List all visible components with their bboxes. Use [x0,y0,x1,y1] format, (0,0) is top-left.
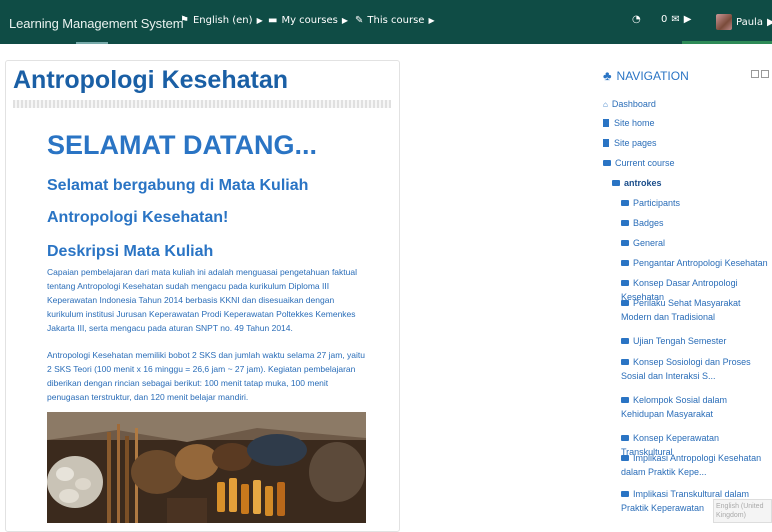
user-name: Paula [736,16,763,28]
language-menu[interactable]: ⚑ English (en) ▶ [180,15,263,26]
flag-icon: ⚑ [180,15,189,26]
nav-item-site-home[interactable]: Site home [603,116,655,130]
user-menu[interactable]: Paula ▶ [716,14,772,30]
folder-icon [621,280,629,286]
folder-icon [621,397,629,403]
navigation-block-header[interactable]: ♣ NAVIGATION [603,68,689,83]
clock-menu[interactable]: ◔ [632,14,641,25]
message-count: 0 [661,14,668,25]
home-icon: ⌂ [603,100,608,109]
clock-icon: ◔ [632,14,641,25]
folder-open-icon [612,180,620,186]
nav-item-section[interactable]: Konsep Sosiologi dan Proses Sosial dan I… [621,355,771,383]
folder-open-icon [603,160,611,166]
avatar [716,14,732,30]
envelope-icon: ✉ [671,14,680,25]
messages-menu[interactable]: 0 ✉ ▶ [661,14,691,25]
nav-accent-bar [682,41,772,44]
folder-icon [621,435,629,441]
collapse-block-icon[interactable] [761,70,769,78]
nav-item-badges[interactable]: Badges [621,216,664,230]
pencil-icon: ✎ [355,15,364,26]
top-navbar: Learning Management System ⚑ English (en… [0,0,772,44]
nav-underline [76,42,108,44]
title-divider [13,100,391,108]
nav-item-section[interactable]: Implikasi Antropologi Kesehatan dalam Pr… [621,451,771,479]
welcome-heading: SELAMAT DATANG... [47,130,317,160]
this-course-menu[interactable]: ✎ This course ▶ [355,15,435,26]
nav-item-site-pages[interactable]: Site pages [603,136,657,150]
nav-item-section[interactable]: Pengantar Antropologi Kesehatan [621,256,768,270]
nav-item-dashboard[interactable]: ⌂ Dashboard [603,97,656,112]
sitemap-icon: ♣ [603,68,612,83]
welcome-subtitle: Selamat bergabung di Mata Kuliah [47,177,309,194]
page-title: Antropologi Kesehatan [13,66,289,94]
caret-right-icon: ▶ [256,16,263,25]
nav-item-current-course[interactable]: Current course [603,156,675,170]
folder-icon [621,220,629,226]
credits-paragraph: Antropologi Kesehatan memiliki bobot 2 S… [47,350,365,402]
site-brand[interactable]: Learning Management System [9,16,184,31]
description-heading: Deskripsi Mata Kuliah [47,243,214,260]
page-icon [603,139,609,147]
caret-right-icon: ▶ [683,14,692,25]
nav-item-section[interactable]: Ujian Tengah Semester [621,334,726,348]
course-name-subtitle: Antropologi Kesehatan! [47,209,229,226]
my-courses-label: My courses [281,15,338,26]
market-photo-graphic [47,412,366,523]
dock-block-icon[interactable] [751,70,759,78]
folder-icon [621,200,629,206]
folder-icon [621,338,629,344]
nav-item-section[interactable]: Kelompok Sosial dalam Kehidupan Masyarak… [621,393,771,421]
this-course-label: This course [367,15,425,26]
caret-right-icon: ▶ [428,16,435,25]
page-icon [603,119,609,127]
nav-item-section[interactable]: Perilaku Sehat Masyarakat Modern dan Tra… [621,296,771,324]
language-badge: English (United Kingdom) [713,499,772,523]
navigation-title: NAVIGATION [616,68,689,83]
folder-icon [621,240,629,246]
folder-icon [621,359,629,365]
my-courses-menu[interactable]: ▬ My courses ▶ [268,15,348,26]
folder-icon [621,491,629,497]
nav-item-course[interactable]: antrokes [612,176,662,190]
nav-item-participants[interactable]: Participants [621,196,680,210]
market-photo [47,412,366,523]
folder-icon [621,455,629,461]
caret-right-icon: ▶ [341,16,348,25]
language-label: English (en) [192,15,253,26]
description-paragraph: Capaian pembelajaran dari mata kuliah in… [47,267,357,333]
nav-item-general[interactable]: General [621,236,665,250]
folder-icon [621,300,629,306]
caret-right-icon: ▶ [766,16,772,28]
folder-icon [621,260,629,266]
courses-icon: ▬ [268,15,278,26]
